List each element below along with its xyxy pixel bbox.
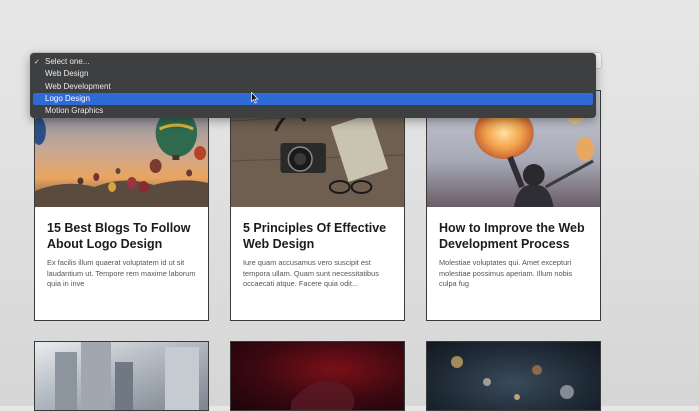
menu-option-logo-design[interactable]: Logo Design [33, 92, 593, 106]
menu-option-motion-graphics[interactable]: Motion Graphics [33, 105, 593, 117]
category-dropdown-menu: ✓ Select one... Web Design Web Developme… [30, 53, 596, 118]
city-lights-bokeh-image [451, 356, 574, 400]
menu-option-label: Motion Graphics [45, 106, 104, 116]
menu-option-web-design[interactable]: Web Design [33, 68, 593, 80]
skyscrapers-image [55, 342, 199, 410]
blog-card[interactable]: 5 Principles Of Effective Web Design Iur… [230, 90, 405, 321]
blog-card-image-buildings[interactable] [34, 341, 209, 411]
blog-card[interactable]: How to Improve the Web Development Proce… [426, 90, 601, 321]
blog-card[interactable]: 15 Best Blogs To Follow About Logo Desig… [34, 90, 209, 321]
card-title[interactable]: 5 Principles Of Effective Web Design [243, 220, 394, 252]
menu-option-label: Web Development [45, 81, 111, 91]
menu-option-select-one[interactable]: ✓ Select one... [33, 56, 593, 68]
card-excerpt: Iure quam accusamus vero suscipit est te… [243, 258, 379, 289]
blog-card-image-red[interactable] [230, 341, 405, 411]
card-title[interactable]: 15 Best Blogs To Follow About Logo Desig… [47, 220, 198, 252]
menu-option-label: Select one... [45, 57, 90, 66]
menu-option-label: Web Design [45, 69, 89, 79]
check-icon: ✓ [34, 58, 40, 66]
card-excerpt: Molestiae voluptates qui. Amet excepturi… [439, 258, 573, 289]
card-title[interactable]: How to Improve the Web Development Proce… [439, 220, 590, 252]
card-excerpt: Ex facilis illum quaerat voluptatem id u… [47, 258, 196, 289]
mouse-cursor-icon [251, 92, 259, 104]
red-hands-image [291, 380, 355, 410]
menu-option-web-development[interactable]: Web Development [33, 81, 593, 93]
menu-option-label: Logo Design [45, 93, 90, 103]
blog-card-image-bokeh[interactable] [426, 341, 601, 411]
